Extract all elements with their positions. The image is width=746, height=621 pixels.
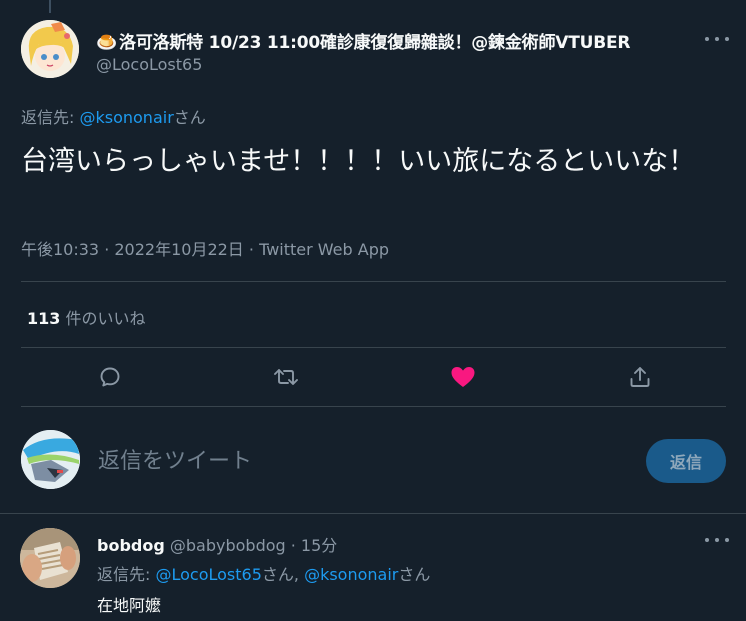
reply-reply-to-suffix: さん — [398, 565, 431, 584]
divider — [21, 406, 726, 407]
author-display-name[interactable]: 🍮 洛可洛斯特 10/23 11:00確診康復復歸雜談！@鍊金術師VTUBER — [96, 28, 630, 53]
reply-submit-button[interactable]: 返信 — [646, 439, 726, 483]
retweet-icon[interactable] — [271, 362, 301, 392]
reply-mention-separator: さん, — [261, 565, 305, 584]
mecha-avatar-icon — [21, 430, 80, 489]
divider — [21, 281, 726, 282]
current-user-avatar[interactable] — [21, 430, 80, 489]
likes-count-link[interactable]: 113 件のいいね — [27, 305, 146, 329]
reply-reply-to-label: 返信先: — [97, 565, 156, 584]
reply-reply-to-line: 返信先: @LocoLost65さん, @ksononairさん — [97, 561, 430, 585]
photo-avatar-icon — [20, 528, 80, 588]
reply-to-mention-link[interactable]: @ksononair — [79, 108, 173, 127]
reply-header: bobdog @babybobdog · 15分 — [97, 532, 337, 556]
reply-author-handle[interactable]: @babybobdog — [165, 536, 286, 555]
thread-connector-line — [49, 0, 51, 13]
liked-heart-icon[interactable] — [448, 362, 478, 392]
anime-avatar-icon — [21, 20, 79, 78]
section-divider — [0, 513, 746, 514]
reply-tweet-text: 在地阿嬤 — [97, 596, 162, 615]
tweet-more-icon[interactable] — [705, 31, 729, 47]
likes-count-value: 113 — [27, 309, 61, 328]
tweet-action-bar — [21, 348, 726, 406]
likes-count-label: 件のいいね — [60, 309, 146, 328]
reply-author-name[interactable]: bobdog — [97, 536, 165, 555]
reply-mention-link[interactable]: @ksononair — [304, 565, 398, 584]
tweet-text: 台湾いらっしゃいませ！！！！いい旅になるといいな！ — [21, 146, 696, 177]
author-avatar[interactable] — [21, 20, 79, 78]
author-display-name-text: 洛可洛斯特 10/23 11:00確診康復復歸雜談！@鍊金術師VTUBER — [118, 33, 631, 53]
pudding-emoji-icon: 🍮 — [96, 33, 117, 53]
share-icon[interactable] — [625, 362, 655, 392]
reply-author-avatar[interactable] — [20, 528, 80, 588]
reply-icon[interactable] — [95, 362, 125, 392]
reply-mention-link[interactable]: @LocoLost65 — [155, 565, 261, 584]
reply-to-line: 返信先: @ksononairさん — [21, 104, 206, 128]
reply-to-suffix: さん — [173, 108, 206, 127]
tweet-detail-screen: 🍮 洛可洛斯特 10/23 11:00確診康復復歸雜談！@鍊金術師VTUBER @… — [0, 0, 746, 621]
reply-timestamp[interactable]: · 15分 — [286, 536, 338, 555]
reply-more-icon[interactable] — [705, 532, 729, 548]
reply-compose-input[interactable] — [98, 444, 618, 478]
reply-to-label: 返信先: — [21, 108, 80, 127]
tweet-timestamp[interactable]: 午後10:33 · 2022年10月22日 · Twitter Web App — [21, 236, 389, 260]
author-handle[interactable]: @LocoLost65 — [96, 55, 202, 74]
